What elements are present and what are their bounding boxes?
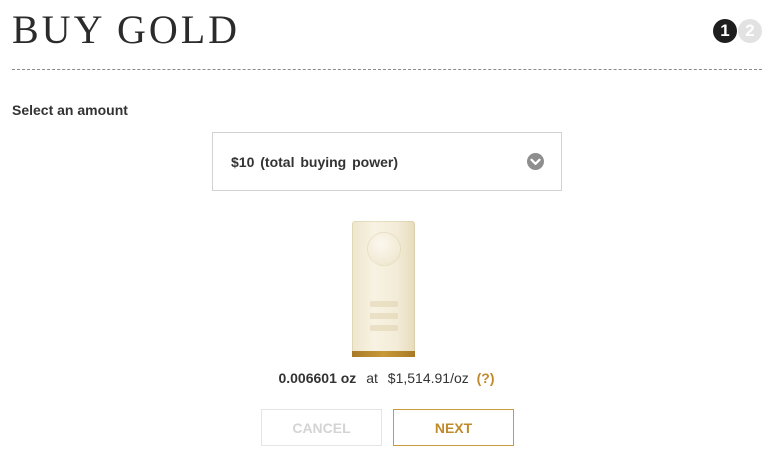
gold-price: $1,514.91/oz (387, 370, 469, 386)
cancel-button[interactable]: CANCEL (261, 409, 382, 446)
page-title: BUY GOLD (12, 7, 241, 52)
price-summary: 0.006601 oz at $1,514.91/oz (?) (0, 370, 773, 386)
step-2-badge: 2 (738, 19, 762, 43)
header-divider (12, 69, 762, 70)
step-indicator: 1 2 (712, 19, 762, 43)
next-button[interactable]: NEXT (393, 409, 514, 446)
gold-bar-icon (352, 221, 415, 357)
amount-label: Select an amount (12, 102, 128, 118)
amount-select[interactable]: $10 (total buying power) (212, 132, 562, 191)
gold-quantity: 0.006601 oz (278, 370, 357, 386)
step-1-badge: 1 (713, 19, 737, 43)
help-link[interactable]: (?) (477, 370, 495, 386)
at-label: at (366, 370, 378, 386)
amount-select-value: $10 (total buying power) (231, 153, 399, 170)
chevron-down-icon (527, 153, 544, 170)
